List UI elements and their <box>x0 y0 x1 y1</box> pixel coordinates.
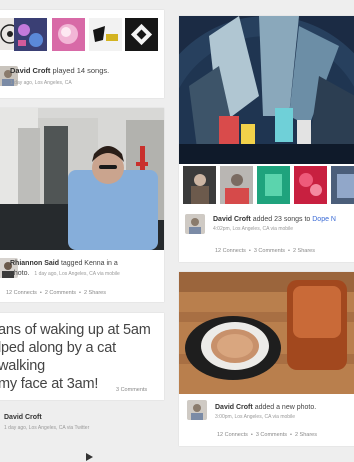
comments-count[interactable]: 2 Comments <box>45 290 76 296</box>
separator: • <box>39 290 42 296</box>
status-line-2: lped along by a cat walking <box>0 340 116 374</box>
play-icon[interactable] <box>84 452 94 462</box>
song-thumb-2[interactable] <box>220 166 253 204</box>
user-name[interactable]: David Croft <box>213 216 251 223</box>
card-text-status: ans of waking up at 5am lped along by a … <box>0 313 164 400</box>
shares-count[interactable]: 2 Shares <box>295 432 317 438</box>
tagged-photo[interactable] <box>0 108 164 250</box>
playlist-link[interactable]: Dope N <box>312 216 336 223</box>
status-line-1: ans of waking up at 5am <box>0 322 151 338</box>
activity-text-2: photo. 1 day ago, Los Angeles, CA via mo… <box>10 270 120 277</box>
avatar[interactable] <box>185 214 205 234</box>
user-name[interactable]: Rhiannon Said <box>10 260 59 267</box>
separator: • <box>290 432 292 438</box>
card-songs-mix: David Croft added 23 songs to Dope N 4:0… <box>179 16 354 262</box>
song-thumb-3[interactable] <box>257 166 290 204</box>
song-thumb-1[interactable] <box>183 166 216 204</box>
activity-action: tagged Kenna in a <box>60 260 118 267</box>
coffee-photo[interactable] <box>179 272 354 394</box>
status-text: ans of waking up at 5am lped along by a … <box>0 321 164 393</box>
card-new-photo: David Croft added a new photo. 3:00pm, L… <box>179 272 354 446</box>
user-name[interactable]: David Croft <box>215 404 253 411</box>
album-thumb-4[interactable] <box>89 18 122 51</box>
activity-text: David Croft added 23 songs to Dope N <box>213 216 336 223</box>
shares-count[interactable]: 2 Shares <box>293 248 315 254</box>
user-name[interactable]: David Croft <box>4 414 42 421</box>
song-thumb-5[interactable] <box>331 166 354 204</box>
activity-text: David Croft added a new photo. <box>215 404 316 411</box>
activity-text: David Croft played 14 songs. <box>10 66 109 75</box>
connects-count[interactable]: 12 Connects <box>217 432 248 438</box>
activity-meta: 1 day ago, Los Angeles, CA via mobile <box>34 271 120 277</box>
separator: • <box>248 248 251 254</box>
card-tagged-photo: Rhiannon Said tagged Kenna in a photo. 1… <box>0 108 164 302</box>
activity-meta: 3:00pm, Los Angeles, CA via mobile <box>215 414 296 420</box>
status-author[interactable]: David Croft <box>4 414 42 421</box>
avatar[interactable] <box>187 400 207 420</box>
comments-count[interactable]: 3 Comments <box>254 248 285 254</box>
activity-text: Rhiannon Said tagged Kenna in a <box>10 260 118 267</box>
separator: • <box>250 432 253 438</box>
comments-count[interactable]: 3 Comments <box>116 387 147 393</box>
connects-count[interactable]: 12 Connects <box>6 290 37 296</box>
song-thumb-4[interactable] <box>294 166 327 204</box>
album-thumb-3[interactable] <box>52 18 85 51</box>
activity-action: added a new photo. <box>254 404 317 411</box>
status-meta: 1 day ago, Los Angeles, CA via Twitter <box>4 425 90 431</box>
activity-meta: 1 day ago, Los Angeles, CA <box>10 80 72 86</box>
separator: • <box>288 248 290 254</box>
fisheye-photo[interactable] <box>179 16 354 164</box>
card-played-songs: David Croft played 14 songs. 1 day ago, … <box>0 10 164 98</box>
activity-action: played 14 songs. <box>52 66 110 75</box>
card-footer: 12 Connects • 2 Comments • 2 Shares <box>6 290 106 296</box>
album-thumb-5[interactable] <box>125 18 158 51</box>
card-footer: 12 Connects • 3 Comments • 2 Shares <box>217 432 317 438</box>
card-footer: 12 Connects • 3 Comments • 2 Shares <box>215 248 315 254</box>
activity-action: added 23 songs to <box>252 216 311 223</box>
shares-count[interactable]: 2 Shares <box>84 290 106 296</box>
activity-meta: 4:02pm, Los Angeles, CA via mobile <box>213 226 294 232</box>
connects-count[interactable]: 12 Connects <box>215 248 246 254</box>
comments-count[interactable]: 3 Comments <box>256 432 287 438</box>
separator: • <box>79 290 81 296</box>
user-name[interactable]: David Croft <box>10 66 50 75</box>
photo-link[interactable]: photo. <box>10 270 29 277</box>
album-thumb-2[interactable] <box>14 18 47 51</box>
